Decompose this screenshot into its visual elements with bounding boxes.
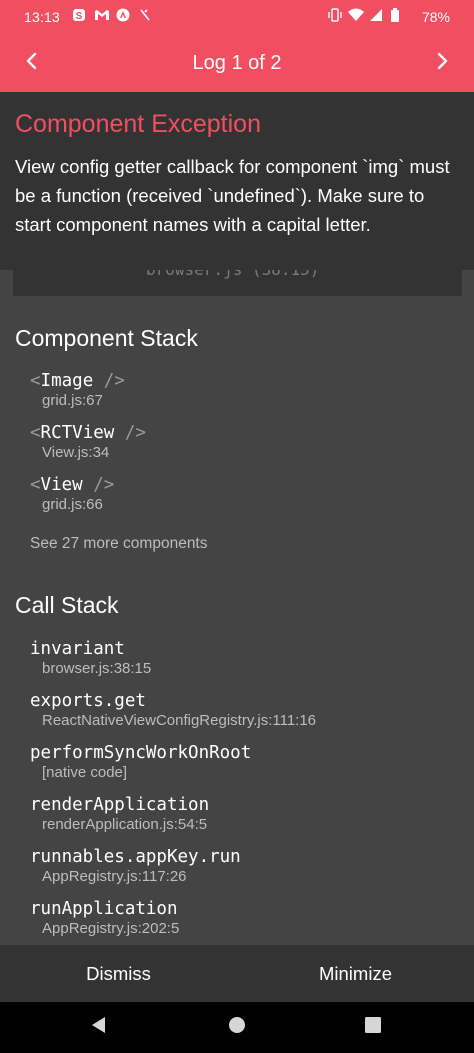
component-location: grid.js:67 bbox=[42, 392, 103, 409]
function-location: browser.js:38:15 bbox=[42, 660, 152, 677]
system-status-icons bbox=[327, 8, 404, 22]
app-icon bbox=[116, 8, 130, 22]
component-name: RCTView bbox=[40, 423, 115, 443]
back-icon bbox=[90, 1016, 108, 1039]
recents-icon bbox=[364, 1016, 382, 1039]
code-frame-location: browser.js (38:15) bbox=[146, 270, 319, 279]
chevron-right-icon bbox=[434, 51, 450, 76]
signal-off-icon bbox=[138, 8, 152, 22]
call-stack-item[interactable]: invariant browser.js:38:15 bbox=[30, 639, 151, 677]
call-stack-item[interactable]: runApplication AppRegistry.js:202:5 bbox=[30, 899, 179, 937]
tag-close: /> bbox=[114, 423, 146, 443]
component-name: View bbox=[40, 475, 83, 495]
previous-log-button[interactable] bbox=[0, 34, 64, 92]
component-location: View.js:34 bbox=[42, 444, 110, 461]
function-name: runnables.appKey.run bbox=[30, 847, 241, 867]
cell-signal-icon bbox=[369, 8, 383, 22]
exception-title: Component Exception bbox=[15, 110, 261, 138]
tag-close: /> bbox=[93, 371, 125, 391]
call-stack-item[interactable]: performSyncWorkOnRoot [native code] bbox=[30, 743, 251, 781]
call-stack-title: Call Stack bbox=[15, 592, 119, 618]
log-counter-title: Log 1 of 2 bbox=[192, 51, 282, 74]
tag-open: < bbox=[30, 423, 41, 443]
function-name: renderApplication bbox=[30, 795, 210, 815]
function-location: ReactNativeViewConfigRegistry.js:111:16 bbox=[42, 712, 317, 729]
function-location: AppRegistry.js:117:26 bbox=[42, 868, 187, 885]
home-icon bbox=[228, 1016, 246, 1039]
call-stack-item[interactable]: exports.get ReactNativeViewConfigRegistr… bbox=[30, 691, 316, 729]
dismiss-button[interactable]: Dismiss bbox=[0, 945, 237, 1002]
gmail-icon bbox=[94, 8, 109, 22]
battery-percent: 78% bbox=[421, 9, 450, 25]
recents-button[interactable] bbox=[343, 1002, 403, 1053]
chevron-left-icon bbox=[24, 51, 40, 76]
tag-open: < bbox=[30, 371, 41, 391]
component-stack-item[interactable]: <View /> grid.js:66 bbox=[30, 475, 114, 513]
minimize-button[interactable]: Minimize bbox=[237, 945, 474, 1002]
skype-icon: S bbox=[72, 8, 86, 22]
component-stack-item[interactable]: <RCTView /> View.js:34 bbox=[30, 423, 146, 461]
function-location: renderApplication.js:54:5 bbox=[42, 816, 208, 833]
tag-close: /> bbox=[82, 475, 115, 495]
battery-icon bbox=[390, 8, 404, 22]
back-button[interactable] bbox=[69, 1002, 129, 1053]
next-log-button[interactable] bbox=[410, 34, 474, 92]
svg-text:S: S bbox=[76, 11, 83, 22]
function-location: AppRegistry.js:202:5 bbox=[42, 920, 180, 937]
function-location: [native code] bbox=[42, 764, 128, 781]
code-frame: browser.js (38:15) bbox=[13, 270, 462, 296]
call-stack-item[interactable]: renderApplication renderApplication.js:5… bbox=[30, 795, 209, 833]
component-name: Image bbox=[40, 371, 94, 391]
component-stack-title: Component Stack bbox=[15, 325, 198, 351]
home-button[interactable] bbox=[207, 1002, 267, 1053]
function-name: runApplication bbox=[30, 899, 178, 919]
see-more-components-link[interactable]: See 27 more components bbox=[30, 535, 208, 553]
tag-open: < bbox=[30, 475, 41, 495]
function-name: exports.get bbox=[30, 691, 146, 711]
wifi-icon bbox=[348, 8, 364, 22]
status-bar: 13:13 S 78% bbox=[0, 0, 474, 34]
call-stack-item[interactable]: runnables.appKey.run AppRegistry.js:117:… bbox=[30, 847, 241, 885]
notification-icons: S bbox=[72, 8, 152, 22]
system-navigation-bar bbox=[0, 1002, 474, 1053]
log-header: Log 1 of 2 bbox=[0, 34, 474, 92]
exception-message: View config getter callback for componen… bbox=[15, 156, 450, 235]
function-name: performSyncWorkOnRoot bbox=[30, 743, 252, 763]
vibrate-icon bbox=[327, 8, 342, 22]
footer-actions: Dismiss Minimize bbox=[0, 945, 474, 1002]
component-location: grid.js:66 bbox=[42, 496, 103, 513]
function-name: invariant bbox=[30, 639, 125, 659]
status-time: 13:13 bbox=[24, 9, 61, 25]
component-stack-item[interactable]: <Image /> grid.js:67 bbox=[30, 371, 125, 409]
